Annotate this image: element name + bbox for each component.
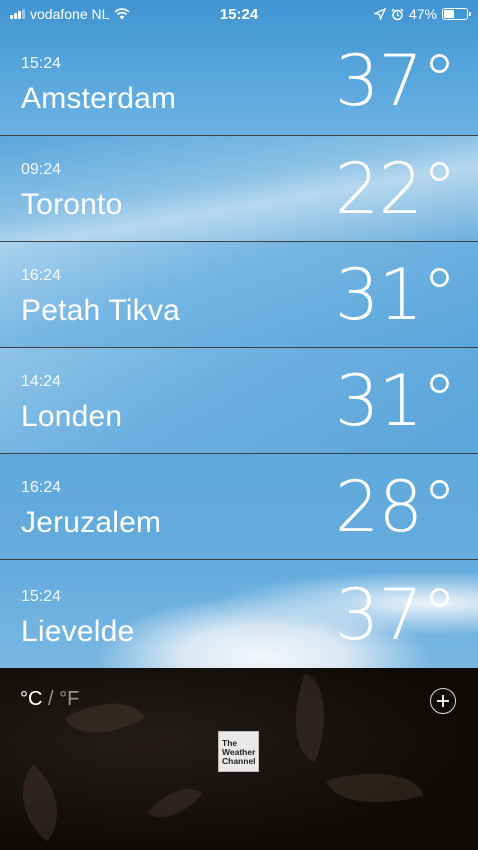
city-row-jeruzalem[interactable]: 16:24 Jeruzalem 28° — [0, 454, 478, 560]
logo-line: Channel — [222, 755, 256, 766]
city-local-time: 16:24 — [21, 267, 62, 284]
city-temperature: 31° — [334, 254, 457, 336]
leaf-decoration — [326, 757, 424, 819]
status-time: 15:24 — [219, 5, 259, 23]
city-temperature: 28° — [334, 466, 457, 548]
city-name: Lievelde — [21, 615, 135, 648]
city-name: Petah Tikva — [21, 294, 180, 327]
city-name: Amsterdam — [21, 82, 177, 115]
leaf-decoration — [147, 774, 203, 832]
city-name: Londen — [21, 400, 123, 433]
city-name: Toronto — [21, 188, 123, 221]
city-row-londen[interactable]: 14:24 Londen 31° — [0, 348, 478, 454]
add-city-button[interactable] — [430, 688, 456, 714]
location-icon — [373, 8, 386, 20]
leaf-decoration — [277, 673, 343, 763]
celsius-option[interactable]: °C — [20, 688, 42, 710]
battery-level — [444, 10, 455, 18]
status-bar: vodafone NL 15:24 47% — [0, 0, 478, 28]
battery-percent: 47% — [408, 6, 437, 22]
city-list: 15:24 Amsterdam 37° 09:24 Toronto 22° 16… — [0, 0, 478, 668]
city-local-time: 16:24 — [21, 479, 62, 496]
city-local-time: 14:24 — [21, 373, 62, 390]
leaf-decoration — [0, 764, 80, 842]
city-temperature: 31° — [334, 360, 457, 442]
city-local-time: 09:24 — [21, 161, 62, 178]
fahrenheit-option[interactable]: °F — [59, 688, 79, 710]
city-temperature: 37° — [334, 40, 457, 122]
city-name: Jeruzalem — [21, 506, 162, 539]
carrier-name: vodafone NL — [30, 6, 110, 22]
city-temperature: 37° — [334, 574, 457, 656]
alarm-icon — [391, 7, 404, 20]
city-local-time: 15:24 — [21, 588, 62, 605]
city-local-time: 15:24 — [21, 55, 62, 72]
footer-bar: °C / °F The Weather Channel — [0, 668, 478, 850]
city-row-toronto[interactable]: 09:24 Toronto 22° — [0, 136, 478, 242]
unit-toggle[interactable]: °C / °F — [20, 688, 79, 711]
city-row-lievelde[interactable]: 15:24 Lievelde 37° — [0, 560, 478, 668]
status-right: 47% — [373, 6, 471, 22]
wifi-icon — [115, 8, 130, 20]
battery-icon — [442, 8, 471, 20]
city-row-petah-tikva[interactable]: 16:24 Petah Tikva 31° — [0, 242, 478, 348]
status-left: vodafone NL — [10, 6, 130, 22]
city-temperature: 22° — [334, 148, 457, 230]
weather-channel-logo[interactable]: The Weather Channel — [218, 731, 259, 772]
unit-separator: / — [42, 688, 60, 710]
signal-icon — [10, 9, 25, 19]
